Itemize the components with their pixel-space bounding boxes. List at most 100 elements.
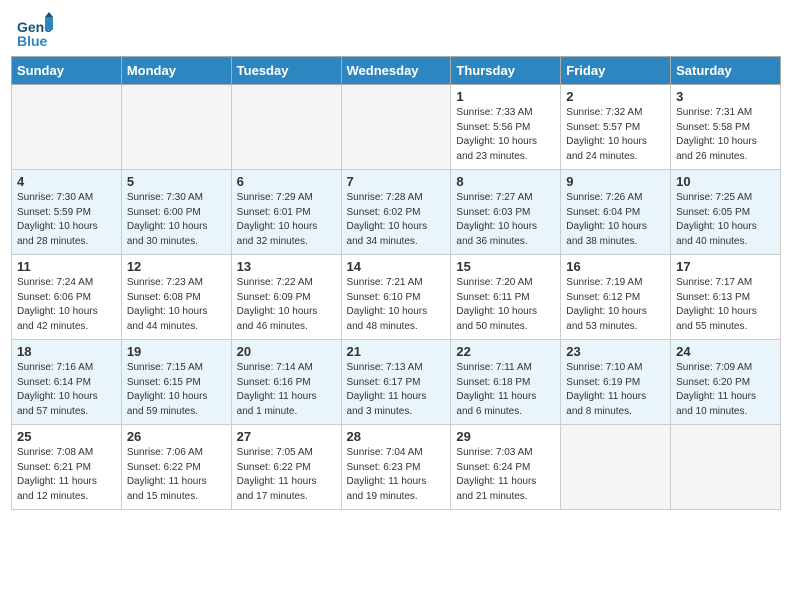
calendar-cell: 6 Sunrise: 7:29 AMSunset: 6:01 PMDaylight…	[231, 170, 341, 255]
calendar-cell: 15 Sunrise: 7:20 AMSunset: 6:11 PMDayligh…	[451, 255, 561, 340]
calendar-cell: 26 Sunrise: 7:06 AMSunset: 6:22 PMDayligh…	[121, 425, 231, 510]
day-number: 27	[237, 429, 336, 444]
calendar-cell: 14 Sunrise: 7:21 AMSunset: 6:10 PMDayligh…	[341, 255, 451, 340]
calendar-cell: 11 Sunrise: 7:24 AMSunset: 6:06 PMDayligh…	[12, 255, 122, 340]
day-info: Sunrise: 7:32 AMSunset: 5:57 PMDaylight:…	[566, 106, 665, 164]
day-number: 14	[347, 259, 446, 274]
day-number: 6	[237, 174, 336, 189]
day-number: 20	[237, 344, 336, 359]
svg-text:Blue: Blue	[17, 33, 48, 49]
calendar-cell: 22 Sunrise: 7:11 AMSunset: 6:18 PMDayligh…	[451, 340, 561, 425]
day-info: Sunrise: 7:21 AMSunset: 6:10 PMDaylight:…	[347, 276, 446, 334]
day-number: 4	[17, 174, 116, 189]
calendar-header-friday: Friday	[561, 57, 671, 85]
day-info: Sunrise: 7:17 AMSunset: 6:13 PMDaylight:…	[676, 276, 775, 334]
calendar-cell	[12, 85, 122, 170]
day-number: 24	[676, 344, 775, 359]
calendar-cell: 9 Sunrise: 7:26 AMSunset: 6:04 PMDaylight…	[561, 170, 671, 255]
day-number: 7	[347, 174, 446, 189]
day-number: 29	[456, 429, 555, 444]
calendar-header-tuesday: Tuesday	[231, 57, 341, 85]
calendar-cell: 27 Sunrise: 7:05 AMSunset: 6:22 PMDayligh…	[231, 425, 341, 510]
day-number: 15	[456, 259, 555, 274]
calendar-cell: 17 Sunrise: 7:17 AMSunset: 6:13 PMDayligh…	[671, 255, 781, 340]
calendar-cell: 16 Sunrise: 7:19 AMSunset: 6:12 PMDayligh…	[561, 255, 671, 340]
calendar-cell: 25 Sunrise: 7:08 AMSunset: 6:21 PMDayligh…	[12, 425, 122, 510]
calendar-header-saturday: Saturday	[671, 57, 781, 85]
day-info: Sunrise: 7:31 AMSunset: 5:58 PMDaylight:…	[676, 106, 775, 164]
calendar-cell: 29 Sunrise: 7:03 AMSunset: 6:24 PMDayligh…	[451, 425, 561, 510]
day-number: 26	[127, 429, 226, 444]
logo: General Blue	[15, 12, 53, 50]
day-info: Sunrise: 7:09 AMSunset: 6:20 PMDaylight:…	[676, 361, 775, 419]
calendar-cell	[231, 85, 341, 170]
calendar-cell: 5 Sunrise: 7:30 AMSunset: 6:00 PMDaylight…	[121, 170, 231, 255]
day-number: 16	[566, 259, 665, 274]
day-info: Sunrise: 7:06 AMSunset: 6:22 PMDaylight:…	[127, 446, 226, 504]
calendar-cell: 13 Sunrise: 7:22 AMSunset: 6:09 PMDayligh…	[231, 255, 341, 340]
day-info: Sunrise: 7:11 AMSunset: 6:18 PMDaylight:…	[456, 361, 555, 419]
calendar-cell: 18Sunrise: 7:16 AMSunset: 6:14 PMDayligh…	[12, 340, 122, 425]
day-number: 13	[237, 259, 336, 274]
calendar-cell: 28Sunrise: 7:04 AMSunset: 6:23 PMDayligh…	[341, 425, 451, 510]
calendar-cell: 10 Sunrise: 7:25 AMSunset: 6:05 PMDayligh…	[671, 170, 781, 255]
day-info: Sunrise: 7:13 AMSunset: 6:17 PMDaylight:…	[347, 361, 446, 419]
day-number: 21	[347, 344, 446, 359]
day-info: Sunrise: 7:30 AMSunset: 6:00 PMDaylight:…	[127, 191, 226, 249]
calendar-header-sunday: Sunday	[12, 57, 122, 85]
calendar-cell	[121, 85, 231, 170]
logo-icon: General Blue	[15, 12, 53, 50]
day-number: 17	[676, 259, 775, 274]
day-info: Sunrise: 7:29 AMSunset: 6:01 PMDaylight:…	[237, 191, 336, 249]
day-info: Sunrise: 7:04 AMSunset: 6:23 PMDaylight:…	[347, 446, 446, 504]
calendar-cell: 24 Sunrise: 7:09 AMSunset: 6:20 PMDayligh…	[671, 340, 781, 425]
day-number: 10	[676, 174, 775, 189]
calendar-cell: 8 Sunrise: 7:27 AMSunset: 6:03 PMDaylight…	[451, 170, 561, 255]
day-info: Sunrise: 7:03 AMSunset: 6:24 PMDaylight:…	[456, 446, 555, 504]
day-info: Sunrise: 7:25 AMSunset: 6:05 PMDaylight:…	[676, 191, 775, 249]
day-number: 1	[456, 89, 555, 104]
calendar-header-monday: Monday	[121, 57, 231, 85]
calendar-table: SundayMondayTuesdayWednesdayThursdayFrid…	[11, 56, 781, 510]
day-info: Sunrise: 7:27 AMSunset: 6:03 PMDaylight:…	[456, 191, 555, 249]
day-info: Sunrise: 7:33 AMSunset: 5:56 PMDaylight:…	[456, 106, 555, 164]
calendar-cell: 19 Sunrise: 7:15 AMSunset: 6:15 PMDayligh…	[121, 340, 231, 425]
calendar-cell: 12 Sunrise: 7:23 AMSunset: 6:08 PMDayligh…	[121, 255, 231, 340]
calendar-cell: 1 Sunrise: 7:33 AMSunset: 5:56 PMDaylight…	[451, 85, 561, 170]
day-number: 8	[456, 174, 555, 189]
day-number: 19	[127, 344, 226, 359]
day-number: 11	[17, 259, 116, 274]
day-number: 3	[676, 89, 775, 104]
calendar-cell: 4 Sunrise: 7:30 AMSunset: 5:59 PMDaylight…	[12, 170, 122, 255]
calendar-header-wednesday: Wednesday	[341, 57, 451, 85]
calendar-cell: 3 Sunrise: 7:31 AMSunset: 5:58 PMDaylight…	[671, 85, 781, 170]
calendar-cell	[671, 425, 781, 510]
day-number: 9	[566, 174, 665, 189]
day-number: 25	[17, 429, 116, 444]
day-number: 2	[566, 89, 665, 104]
day-info: Sunrise: 7:23 AMSunset: 6:08 PMDaylight:…	[127, 276, 226, 334]
day-number: 5	[127, 174, 226, 189]
calendar-cell	[341, 85, 451, 170]
calendar-cell: 7 Sunrise: 7:28 AMSunset: 6:02 PMDaylight…	[341, 170, 451, 255]
day-number: 18	[17, 344, 116, 359]
day-info: Sunrise: 7:30 AMSunset: 5:59 PMDaylight:…	[17, 191, 116, 249]
day-info: Sunrise: 7:24 AMSunset: 6:06 PMDaylight:…	[17, 276, 116, 334]
calendar-cell: 2 Sunrise: 7:32 AMSunset: 5:57 PMDaylight…	[561, 85, 671, 170]
calendar-header-thursday: Thursday	[451, 57, 561, 85]
day-info: Sunrise: 7:20 AMSunset: 6:11 PMDaylight:…	[456, 276, 555, 334]
calendar-cell: 20Sunrise: 7:14 AMSunset: 6:16 PMDayligh…	[231, 340, 341, 425]
calendar-cell: 23 Sunrise: 7:10 AMSunset: 6:19 PMDayligh…	[561, 340, 671, 425]
day-number: 12	[127, 259, 226, 274]
day-info: Sunrise: 7:10 AMSunset: 6:19 PMDaylight:…	[566, 361, 665, 419]
day-info: Sunrise: 7:19 AMSunset: 6:12 PMDaylight:…	[566, 276, 665, 334]
day-info: Sunrise: 7:05 AMSunset: 6:22 PMDaylight:…	[237, 446, 336, 504]
day-info: Sunrise: 7:26 AMSunset: 6:04 PMDaylight:…	[566, 191, 665, 249]
day-info: Sunrise: 7:28 AMSunset: 6:02 PMDaylight:…	[347, 191, 446, 249]
day-info: Sunrise: 7:08 AMSunset: 6:21 PMDaylight:…	[17, 446, 116, 504]
day-info: Sunrise: 7:15 AMSunset: 6:15 PMDaylight:…	[127, 361, 226, 419]
day-number: 22	[456, 344, 555, 359]
calendar-cell: 21 Sunrise: 7:13 AMSunset: 6:17 PMDayligh…	[341, 340, 451, 425]
day-info: Sunrise: 7:22 AMSunset: 6:09 PMDaylight:…	[237, 276, 336, 334]
day-number: 23	[566, 344, 665, 359]
